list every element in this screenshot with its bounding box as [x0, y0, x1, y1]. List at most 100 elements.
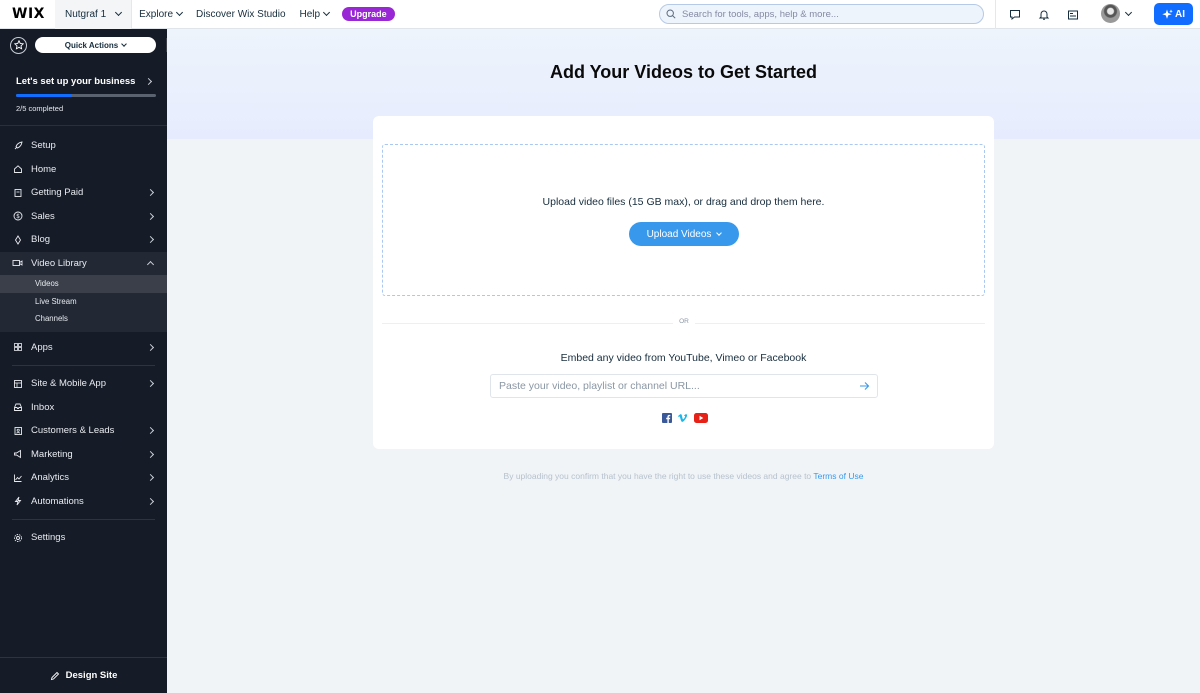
- sidebar-item-marketing[interactable]: Marketing: [0, 443, 167, 467]
- sidebar-divider: [12, 365, 155, 366]
- sidebar-item-video-library[interactable]: Video Library: [0, 251, 167, 275]
- embed-instructions: Embed any video from YouTube, Vimeo or F…: [560, 352, 807, 364]
- disclaimer-text: By uploading you confirm that you have t…: [503, 471, 814, 481]
- rocket-icon: [12, 140, 23, 151]
- sidebar-item-label: Sales: [31, 210, 55, 222]
- upload-instructions: Upload video files (15 GB max), or drag …: [542, 196, 825, 208]
- top-icon-group: [995, 0, 1079, 29]
- setup-progress-bar: [16, 94, 156, 97]
- ai-assistant-button[interactable]: AI: [1154, 3, 1193, 25]
- account-menu[interactable]: [1101, 4, 1133, 23]
- nav-explore[interactable]: Explore: [132, 9, 189, 20]
- sidebar-item-automations[interactable]: Automations: [0, 490, 167, 514]
- sidebar: Quick Actions Let's set up your business…: [0, 29, 178, 693]
- video-icon: [12, 258, 23, 269]
- site-switcher[interactable]: Nutgraf 1: [55, 0, 133, 29]
- sidebar-nav: Setup Home Getting Paid $ Sales Blog Vid…: [0, 126, 167, 550]
- chevron-right-icon: [146, 343, 155, 351]
- apps-icon: [12, 342, 23, 353]
- favorites-star-button[interactable]: [10, 36, 27, 54]
- search-bar[interactable]: [659, 4, 984, 24]
- ai-label: AI: [1175, 8, 1185, 20]
- chevron-down-icon: [716, 229, 723, 236]
- sidebar-item-label: Analytics: [31, 472, 70, 484]
- chevron-up-icon: [146, 261, 155, 269]
- chevron-right-icon: [146, 380, 155, 388]
- newspaper-icon[interactable]: [1066, 8, 1079, 21]
- sidebar-subitem-live-stream[interactable]: Live Stream: [0, 293, 167, 311]
- sidebar-item-label: Settings: [31, 532, 66, 544]
- chevron-down-icon: [121, 40, 128, 47]
- video-url-field[interactable]: [490, 374, 878, 398]
- layout-icon: [12, 378, 23, 389]
- star-icon: [13, 40, 24, 50]
- sidebar-item-getting-paid[interactable]: Getting Paid: [0, 181, 167, 205]
- bell-icon[interactable]: [1037, 8, 1050, 21]
- chevron-right-icon: [146, 474, 155, 482]
- sidebar-item-customers-leads[interactable]: Customers & Leads: [0, 419, 167, 443]
- sidebar-item-sales[interactable]: $ Sales: [0, 205, 167, 229]
- avatar: [1101, 4, 1120, 23]
- search-input[interactable]: [682, 8, 972, 20]
- search-icon: [666, 9, 676, 19]
- sidebar-subitem-videos[interactable]: Videos: [0, 275, 167, 293]
- sidebar-item-label: Setup: [31, 140, 56, 152]
- sidebar-item-home[interactable]: Home: [0, 158, 167, 182]
- chevron-right-icon: [146, 427, 155, 435]
- sidebar-item-label: Automations: [31, 495, 84, 507]
- design-site-button[interactable]: Design Site: [0, 657, 167, 693]
- sidebar-item-blog[interactable]: Blog: [0, 228, 167, 252]
- quick-actions-row: Quick Actions: [0, 29, 167, 61]
- facebook-icon: [662, 413, 672, 423]
- quick-actions-button[interactable]: Quick Actions: [35, 37, 156, 53]
- vimeo-icon: [678, 414, 688, 422]
- home-icon: [12, 164, 23, 175]
- chevron-right-icon: [146, 189, 155, 197]
- sidebar-item-setup[interactable]: Setup: [0, 134, 167, 158]
- top-bar: WIX Nutgraf 1 Explore Discover Wix Studi…: [0, 0, 1200, 29]
- sidebar-item-inbox[interactable]: Inbox: [0, 396, 167, 420]
- sidebar-item-settings[interactable]: Settings: [0, 526, 167, 550]
- gear-icon: [12, 532, 23, 543]
- sidebar-subitem-channels[interactable]: Channels: [0, 310, 167, 328]
- site-name: Nutgraf 1: [65, 8, 107, 20]
- upload-videos-label: Upload Videos: [646, 228, 712, 240]
- nav-discover-wix-studio[interactable]: Discover Wix Studio: [189, 9, 292, 20]
- chevron-right-icon: [146, 212, 155, 220]
- upload-dropzone[interactable]: Upload video files (15 GB max), or drag …: [382, 144, 985, 296]
- video-url-input[interactable]: [499, 380, 851, 392]
- sparkle-icon: [1162, 9, 1173, 19]
- contacts-icon: [12, 425, 23, 436]
- sidebar-item-label: Blog: [31, 234, 51, 246]
- terms-of-use-link[interactable]: Terms of Use: [813, 471, 863, 481]
- nav-help[interactable]: Help: [293, 9, 337, 20]
- submit-url-button[interactable]: [851, 375, 877, 397]
- chevron-down-icon: [1124, 8, 1133, 16]
- nav-help-label: Help: [299, 8, 321, 20]
- sidebar-item-apps[interactable]: Apps: [0, 336, 167, 360]
- setup-progress-card[interactable]: Let's set up your business 2/5 completed: [0, 61, 167, 126]
- terms-disclaimer: By uploading you confirm that you have t…: [373, 471, 994, 481]
- chat-icon[interactable]: [1008, 8, 1021, 21]
- receipt-icon: [12, 187, 23, 198]
- nav-explore-label: Explore: [139, 8, 174, 20]
- sidebar-item-analytics[interactable]: Analytics: [0, 466, 167, 490]
- video-library-submenu: Videos Live Stream Channels: [0, 275, 167, 332]
- wix-logo[interactable]: WIX: [0, 6, 55, 22]
- progress-fill: [16, 94, 72, 97]
- chevron-down-icon: [323, 8, 331, 17]
- chevron-down-icon: [176, 8, 184, 17]
- sidebar-item-site-mobile-app[interactable]: Site & Mobile App: [0, 372, 167, 396]
- sidebar-item-label: Inbox: [31, 401, 55, 413]
- pencil-icon: [50, 671, 59, 680]
- setup-title: Let's set up your business: [16, 76, 136, 87]
- chevron-right-icon: [146, 450, 155, 458]
- upload-videos-button[interactable]: Upload Videos: [629, 222, 739, 246]
- upgrade-button[interactable]: Upgrade: [342, 7, 395, 21]
- sidebar-item-label: Marketing: [31, 448, 73, 460]
- sidebar-divider: [12, 519, 155, 520]
- nav-discover-label: Discover Wix Studio: [196, 8, 286, 20]
- megaphone-icon: [12, 449, 23, 460]
- or-label: OR: [673, 318, 695, 325]
- svg-text:$: $: [16, 213, 20, 220]
